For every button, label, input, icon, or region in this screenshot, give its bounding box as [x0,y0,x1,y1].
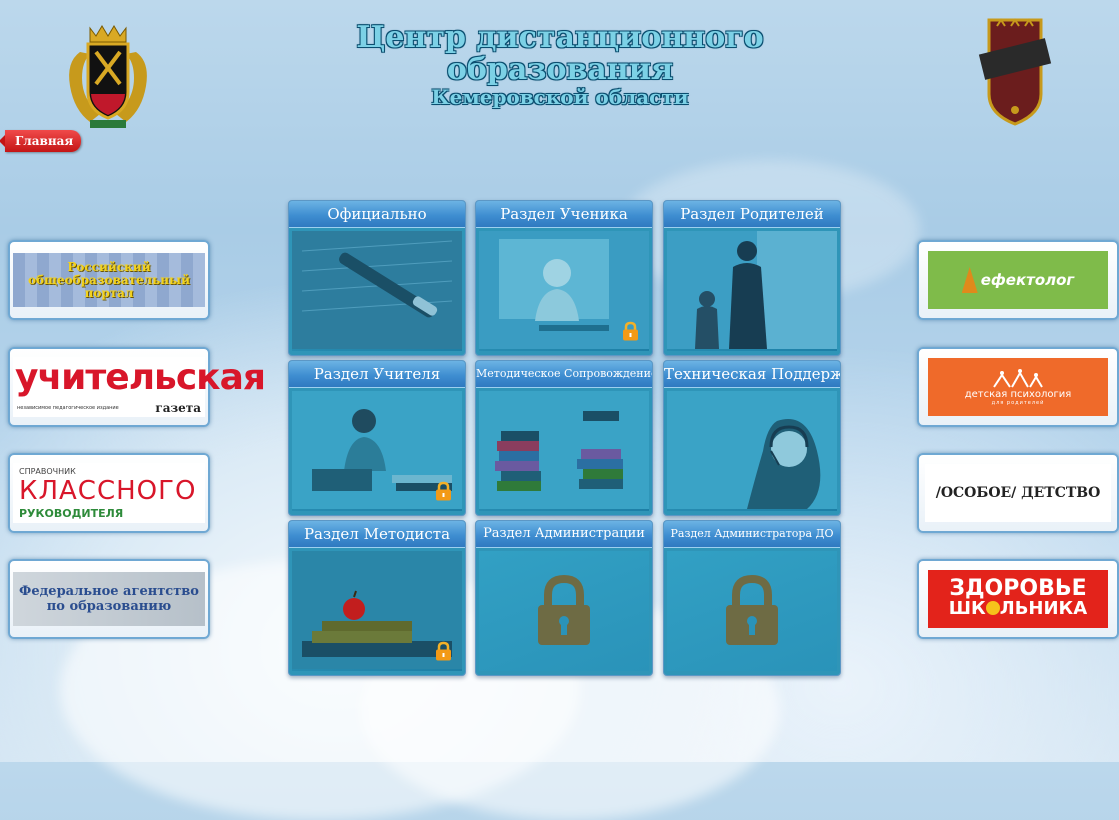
detskaya-psikhologiya-banner: детская психология для родителей [928,358,1108,416]
tile-methodist-section[interactable]: Раздел Методиста [288,520,466,676]
uchitelskaya-gazeta-link[interactable]: учительская независимое педагогическое и… [8,347,266,427]
title-line-3: Кемеровской области [431,85,689,109]
tile-methodical-support[interactable]: Методическое Сопровождение [475,360,653,516]
center-badge-icon [978,18,1052,126]
banner-text: независимое педагогическое издание [17,405,119,411]
osoboe-detstvo-link[interactable]: /ОСОБОЕ/ ДЕТСТВО [917,453,1119,533]
tile-image [292,551,462,671]
banner-text: газета [155,401,201,415]
banner-text: общеобразовательный [28,272,190,287]
tile-image [667,551,837,671]
support-operator-icon [667,391,837,509]
tile-title: Методическое Сопровождение [476,361,652,388]
defektolog-banner: ефектолог [928,251,1108,309]
banner-text: ЗДОРОВЬЕ [949,576,1087,601]
lock-icon [436,641,451,661]
tile-do-administrator-section[interactable]: Раздел Администратора ДО [663,520,841,676]
banner-text: /ОСОБОЕ/ ДЕТСТВО [935,485,1101,501]
parent-and-child-icon [667,231,837,349]
tile-title: Раздел Учителя [289,361,465,388]
russian-education-portal-banner: Российский общеобразовательный портал [13,253,205,307]
book-stacks-icon [479,391,649,509]
banner-text: для родителей [991,399,1045,406]
page-title: Центр дистанционного образования Кемеров… [330,22,790,108]
banner-text-line-2: ШК ЛЬНИКА [949,599,1087,619]
title-line-2: образования [446,51,674,87]
banner-text: Российский [67,259,151,274]
tile-image [479,551,649,671]
zdorovye-shkolnika-link[interactable]: ЗДОРОВЬЕ ШК ЛЬНИКА [917,559,1119,639]
tile-official[interactable]: Официально [288,200,466,356]
tile-student-section[interactable]: Раздел Ученика [475,200,653,356]
banner-text: учительская [15,357,266,398]
children-figures-icon [993,368,1043,388]
lock-icon [538,575,590,645]
lock-icon [436,481,451,501]
tile-title: Раздел Ученика [476,201,652,228]
tile-image [292,231,462,351]
banner-text: РУКОВОДИТЕЛЯ [19,507,124,520]
banner-text: ЛЬНИКА [999,598,1088,619]
tile-title: Раздел Администрации [476,521,652,548]
federal-agency-education-banner: Федеральное агентство по образованию [13,572,205,626]
tile-title: Техническая Поддержка [664,361,840,388]
zdorovye-shkolnika-banner: ЗДОРОВЬЕ ШК ЛЬНИКА [928,570,1108,628]
banner-text: ефектолог [980,271,1075,289]
tile-image [292,391,462,511]
banner-text: детская психология [964,388,1072,400]
tile-image [667,231,837,351]
federal-agency-education-link[interactable]: Федеральное агентство по образованию [8,559,210,639]
tile-parents-section[interactable]: Раздел Родителей [663,200,841,356]
defektolog-link[interactable]: ефектолог [917,240,1119,320]
lock-icon [623,321,638,341]
tile-title: Официально [289,201,465,228]
pen-and-paper-icon [292,231,462,349]
lock-icon [726,575,778,645]
banner-text: по образованию [46,599,172,614]
tile-image [479,231,649,351]
tile-image [479,391,649,511]
kemerovo-coat-of-arms-icon [69,25,147,128]
tile-administration-section[interactable]: Раздел Администрации [475,520,653,676]
klassnogo-rukovoditelya-link[interactable]: СПРАВОЧНИК КЛАССНОГО РУКОВОДИТЕЛЯ [8,453,210,533]
uchitelskaya-gazeta-banner: учительская независимое педагогическое и… [13,357,266,417]
home-tab[interactable]: Главная [0,130,82,152]
detskaya-psikhologiya-link[interactable]: детская психология для родителей [917,347,1119,427]
tile-title: Раздел Родителей [664,201,840,228]
tile-image [667,391,837,511]
banner-text: СПРАВОЧНИК [19,467,76,476]
smiley-icon [985,601,1000,615]
klassnogo-rukovoditelya-banner: СПРАВОЧНИК КЛАССНОГО РУКОВОДИТЕЛЯ [13,463,205,523]
banner-text: КЛАССНОГО [19,476,197,506]
banner-text: портал [84,285,134,300]
russian-education-portal-link[interactable]: Российский общеобразовательный портал [8,240,210,320]
tile-teacher-section[interactable]: Раздел Учителя [288,360,466,516]
banner-text: Федеральное агентство [19,584,199,599]
osoboe-detstvo-banner: /ОСОБОЕ/ ДЕТСТВО [925,464,1111,522]
banner-text: ШК [948,598,986,619]
defektolog-logo-icon [961,267,978,293]
tile-technical-support[interactable]: Техническая Поддержка [663,360,841,516]
tile-title: Раздел Методиста [289,521,465,548]
tile-title: Раздел Администратора ДО [664,521,840,548]
title-line-1: Центр дистанционного [356,20,764,55]
